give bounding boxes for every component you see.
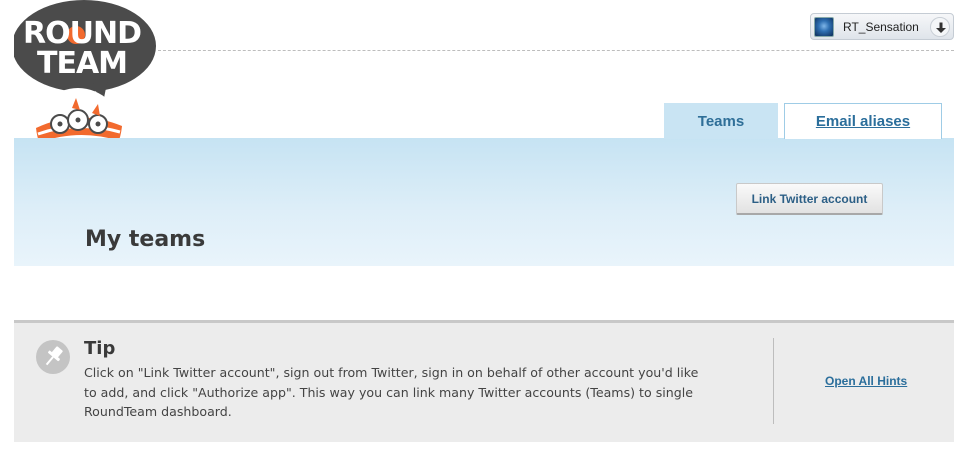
logo-word-round: ROUND [23, 16, 142, 51]
open-all-hints-link[interactable]: Open All Hints [825, 374, 907, 388]
tip-divider [773, 338, 774, 424]
arrow-down-icon[interactable] [930, 17, 950, 37]
page-title: My teams [85, 227, 206, 252]
logo-word-team: TEAM [36, 46, 128, 81]
tab-email-aliases[interactable]: Email aliases [784, 103, 942, 139]
user-avatar [814, 16, 834, 37]
link-twitter-account-button[interactable]: Link Twitter account [736, 183, 883, 215]
username-label: RT_Sensation [843, 19, 919, 34]
tab-teams[interactable]: Teams [664, 103, 778, 139]
page: ROUND TEAM RT_Sensation Teams Email alia… [0, 0, 968, 455]
user-menu[interactable]: RT_Sensation [810, 13, 954, 40]
header-divider [158, 50, 954, 51]
tip-title: Tip [84, 338, 116, 359]
tip-body: Click on "Link Twitter account", sign ou… [84, 365, 699, 419]
pushpin-icon [35, 339, 71, 375]
